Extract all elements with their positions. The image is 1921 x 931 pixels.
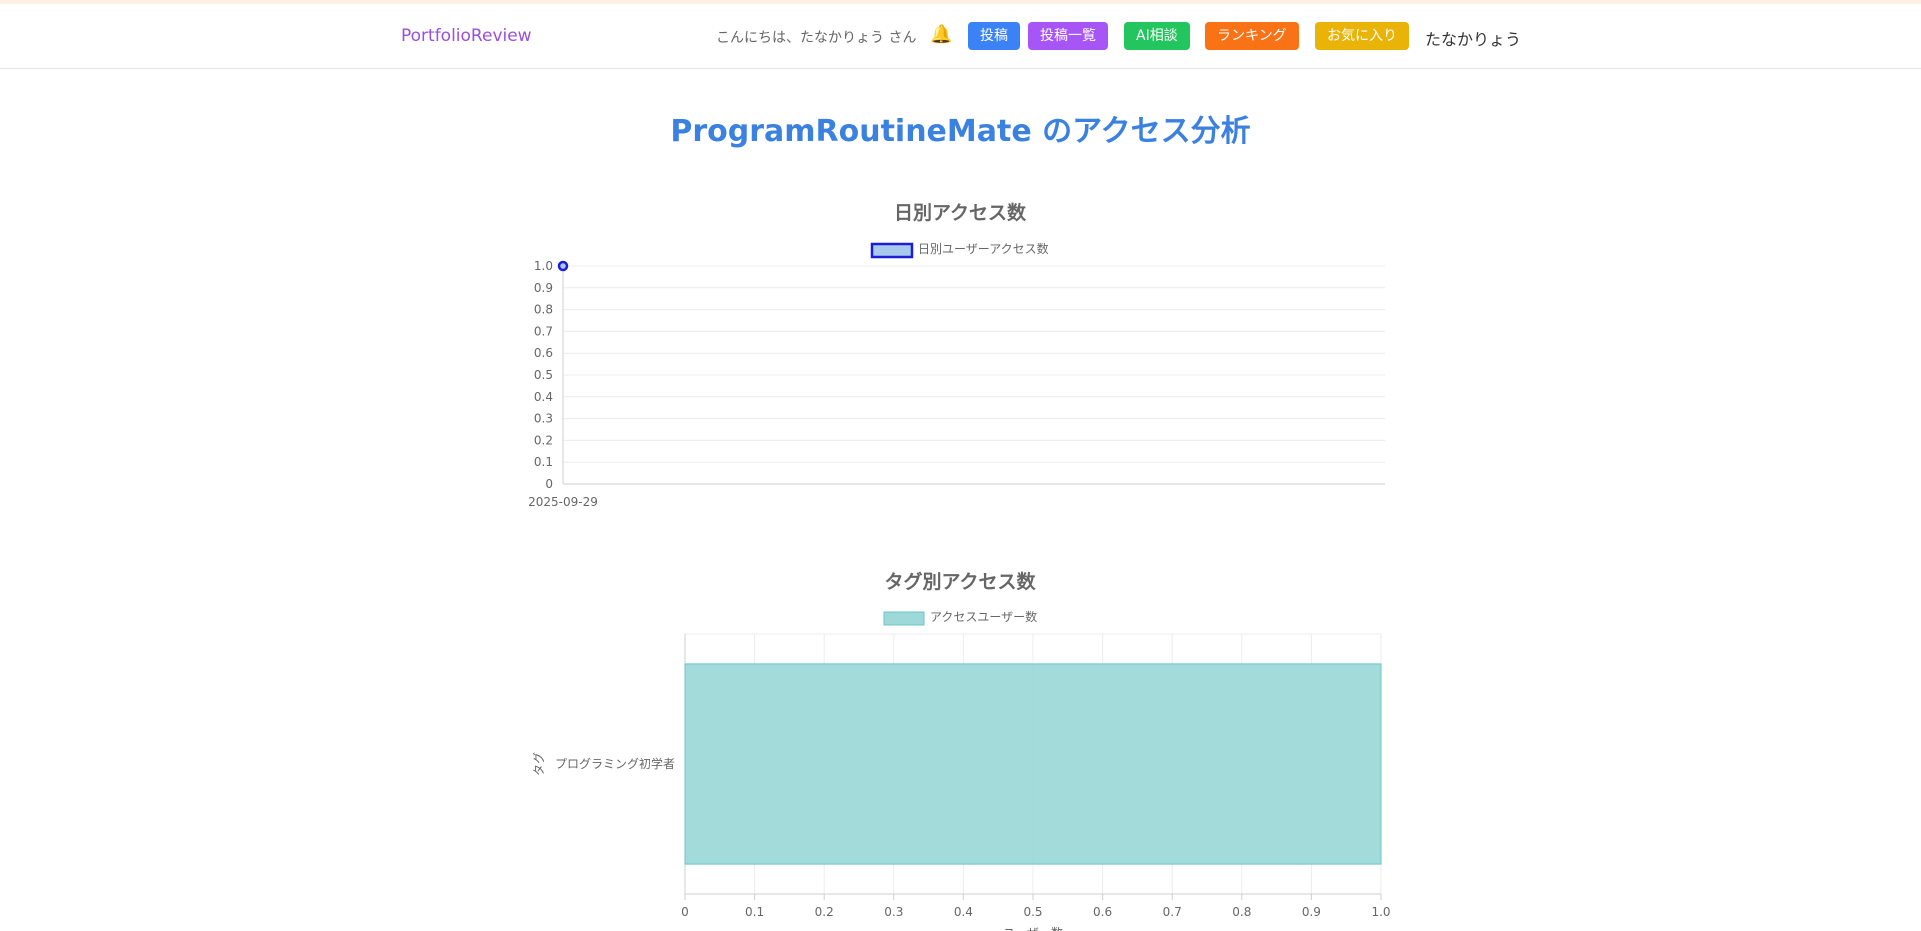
y-tick-label: 0 xyxy=(545,477,553,491)
page-title: ProgramRoutineMate のアクセス分析 xyxy=(670,114,1251,149)
legend-swatch xyxy=(883,611,925,626)
y-axis-title: タグ xyxy=(532,752,546,776)
chart-title: タグ別アクセス数 xyxy=(884,570,1036,593)
x-tick-label: 0.1 xyxy=(745,905,764,919)
post-button[interactable]: 投稿 xyxy=(968,22,1020,50)
y-tick-label: プログラミング初学者 xyxy=(555,756,675,771)
x-tick-label: 0 xyxy=(681,905,689,919)
x-tick-label: 0.7 xyxy=(1163,905,1182,919)
y-tick-label: 0.1 xyxy=(534,455,553,469)
y-tick-label: 0.3 xyxy=(534,412,553,426)
favorites-button[interactable]: お気に入り xyxy=(1315,22,1409,50)
x-tick-label: 0.6 xyxy=(1093,905,1112,919)
y-tick-label: 0.6 xyxy=(534,346,553,360)
x-axis-title: ユーザー数 xyxy=(1003,925,1063,931)
x-tick-label: 0.4 xyxy=(954,905,973,919)
bar xyxy=(684,663,1382,865)
x-tick-label: 2025-09-29 xyxy=(528,495,598,509)
y-tick-label: 0.4 xyxy=(534,390,553,404)
brand-logo[interactable]: PortfolioReview xyxy=(401,26,532,46)
y-tick-label: 0.7 xyxy=(534,324,553,338)
x-tick-label: 0.8 xyxy=(1232,905,1251,919)
y-tick-label: 0.2 xyxy=(534,433,553,447)
legend-label: アクセスユーザー数 xyxy=(930,609,1037,624)
chart-title: 日別アクセス数 xyxy=(894,201,1027,224)
y-tick-label: 1.0 xyxy=(534,259,553,273)
legend-label: 日別ユーザーアクセス数 xyxy=(918,241,1049,256)
user-menu[interactable]: たなかりょう xyxy=(1425,26,1521,50)
post-list-button[interactable]: 投稿一覧 xyxy=(1028,22,1108,50)
bell-icon[interactable]: 🔔 xyxy=(930,24,952,45)
ranking-button[interactable]: ランキング xyxy=(1205,22,1299,50)
x-tick-label: 0.5 xyxy=(1023,905,1042,919)
greeting-text: こんにちは、たなかりょう さん xyxy=(716,30,917,46)
y-tick-label: 0.9 xyxy=(534,281,553,295)
x-tick-label: 0.2 xyxy=(815,905,834,919)
legend-swatch xyxy=(870,242,914,259)
x-tick-label: 0.3 xyxy=(884,905,903,919)
navbar: PortfolioReview こんにちは、たなかりょう さん 🔔 投稿 投稿一… xyxy=(0,4,1921,69)
data-point xyxy=(557,260,569,272)
x-tick-label: 0.9 xyxy=(1302,905,1321,919)
y-tick-label: 0.8 xyxy=(534,303,553,317)
y-tick-label: 0.5 xyxy=(534,368,553,382)
ai-consult-button[interactable]: AI相談 xyxy=(1124,22,1190,50)
x-tick-label: 1.0 xyxy=(1371,905,1390,919)
